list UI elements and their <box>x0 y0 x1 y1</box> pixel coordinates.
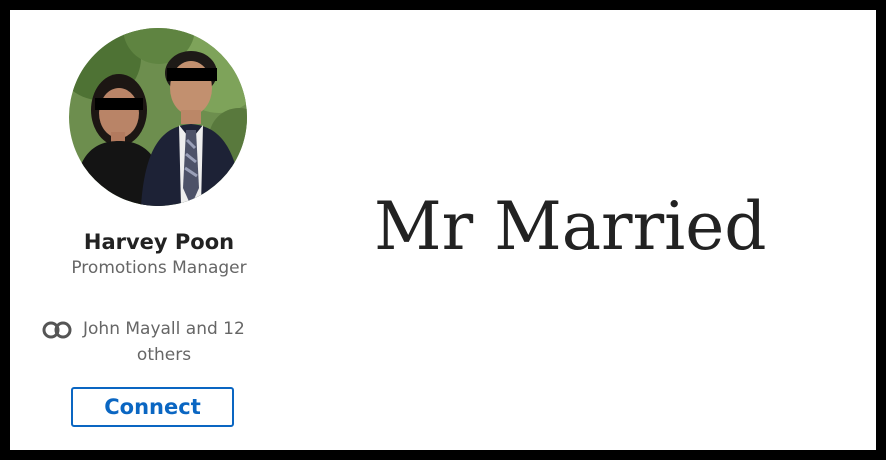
headline-caption: Mr Married <box>374 188 767 265</box>
mutual-connections-text-continued: others <box>136 345 192 365</box>
profile-title: Promotions Manager <box>71 258 247 278</box>
avatar-image <box>69 28 247 206</box>
profile-photo[interactable] <box>69 28 247 206</box>
profile-card: Harvey Poon Promotions Manager John Maya… <box>10 10 876 450</box>
profile-name[interactable]: Harvey Poon <box>10 230 308 254</box>
mutual-connections-text: John Mayall and 12 <box>83 319 245 339</box>
connect-button[interactable]: Connect <box>71 387 234 427</box>
linked-circles-icon <box>42 321 72 339</box>
